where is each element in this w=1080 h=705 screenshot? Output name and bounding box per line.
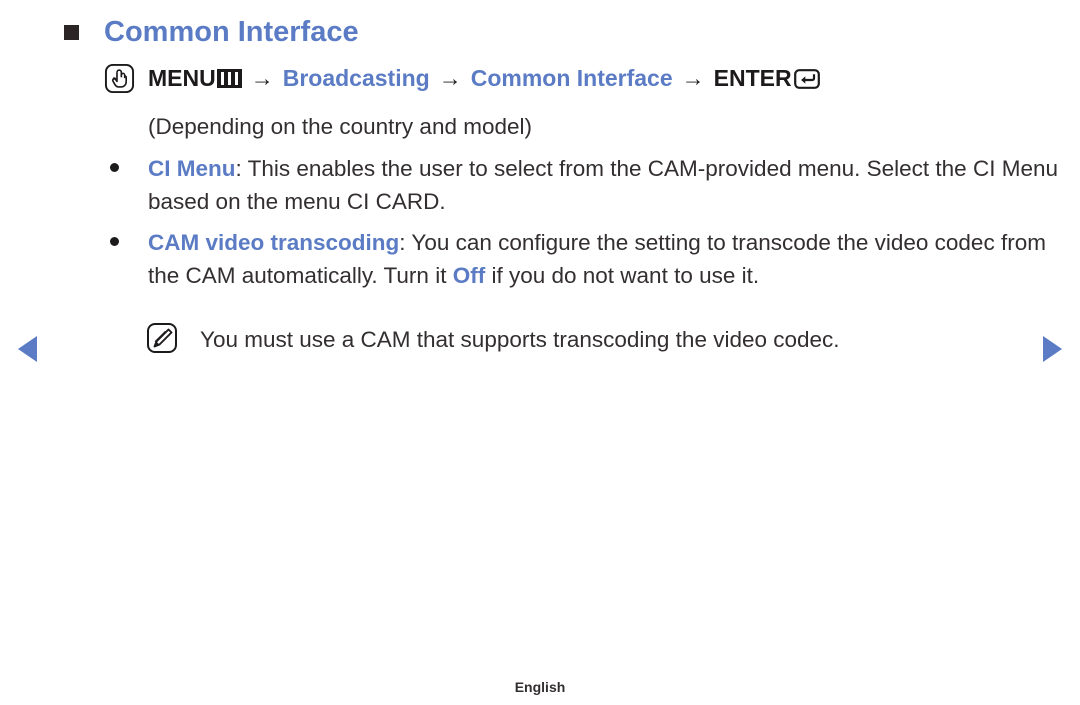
note-pencil-icon [146, 322, 178, 354]
menu-bars-icon [216, 68, 242, 88]
enter-return-icon [793, 68, 820, 89]
note-callout: You must use a CAM that supports transco… [146, 322, 840, 356]
list-item-text: CI Menu: This enables the user to select… [148, 152, 1058, 218]
description-ci-menu: : This enables the user to select from t… [148, 156, 1058, 214]
menu-item-broadcasting: Broadcasting [282, 64, 430, 91]
previous-page-arrow-icon[interactable] [18, 336, 37, 362]
list-item: CAM video transcoding: You can configure… [110, 226, 1058, 292]
path-arrow-3: → [681, 64, 705, 91]
list-item-text: CAM video transcoding: You can configure… [148, 226, 1058, 292]
depending-note: (Depending on the country and model) [148, 114, 532, 139]
round-bullet-icon [110, 237, 119, 246]
menu-label: MENU [148, 64, 216, 91]
value-off: Off [452, 263, 486, 288]
path-arrow-1: → [250, 64, 274, 91]
term-cam-video-transcoding: CAM video transcoding [148, 230, 400, 255]
round-bullet-icon [110, 163, 119, 172]
term-ci-menu: CI Menu [148, 156, 236, 181]
description-cam-after: if you do not want to use it. [485, 263, 760, 288]
menu-item-common-interface: Common Interface [470, 64, 673, 91]
path-arrow-2: → [438, 64, 462, 91]
square-bullet-icon [64, 24, 79, 40]
next-page-arrow-icon[interactable] [1043, 336, 1062, 362]
list-item: CI Menu: This enables the user to select… [110, 152, 1058, 218]
page-heading: Common Interface [64, 12, 359, 52]
manual-page: Common Interface MENU → Broadcasting → C… [0, 0, 1080, 705]
enter-label: ENTER [713, 64, 792, 91]
note-text: You must use a CAM that supports transco… [200, 327, 840, 352]
page-title: Common Interface [104, 15, 359, 48]
footer-language-label: English [514, 679, 566, 695]
press-hand-icon [104, 63, 135, 94]
menu-path-breadcrumb: MENU → Broadcasting → Common Interface →… [104, 60, 820, 96]
